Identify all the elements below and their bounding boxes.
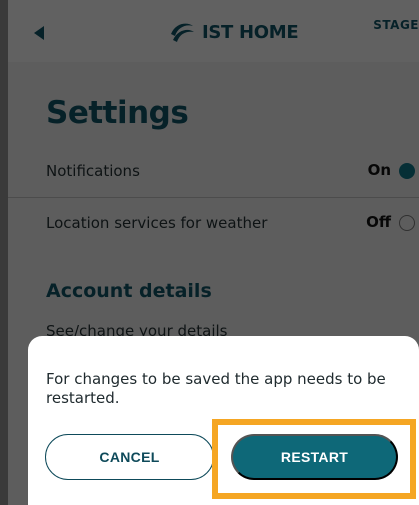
brand-name: IST HOME <box>202 21 299 43</box>
device-frame <box>0 0 8 505</box>
settings-row-notifications[interactable]: Notifications On <box>8 146 419 198</box>
row-label: Location services for weather <box>46 214 268 232</box>
row-value: Off <box>366 213 391 231</box>
stage-label: STAGE <box>373 18 419 32</box>
page-title: Settings <box>46 95 189 131</box>
row-value: On <box>367 161 391 179</box>
radio-off-icon[interactable] <box>399 215 415 231</box>
radio-on-icon[interactable] <box>399 163 415 179</box>
back-arrow-icon[interactable] <box>34 26 44 40</box>
app-header: IST HOME STAGE <box>8 0 419 62</box>
section-title-account: Account details <box>46 280 212 302</box>
restart-button[interactable]: RESTART <box>231 434 398 480</box>
swirl-logo-icon <box>171 23 194 42</box>
settings-row-location[interactable]: Location services for weather Off <box>8 198 419 250</box>
dialog-message: For changes to be saved the app needs to… <box>46 370 386 407</box>
brand-logo: IST HOME <box>168 18 299 46</box>
row-label: Notifications <box>46 162 140 180</box>
cancel-button[interactable]: CANCEL <box>45 434 214 480</box>
restart-dialog: For changes to be saved the app needs to… <box>28 336 419 505</box>
